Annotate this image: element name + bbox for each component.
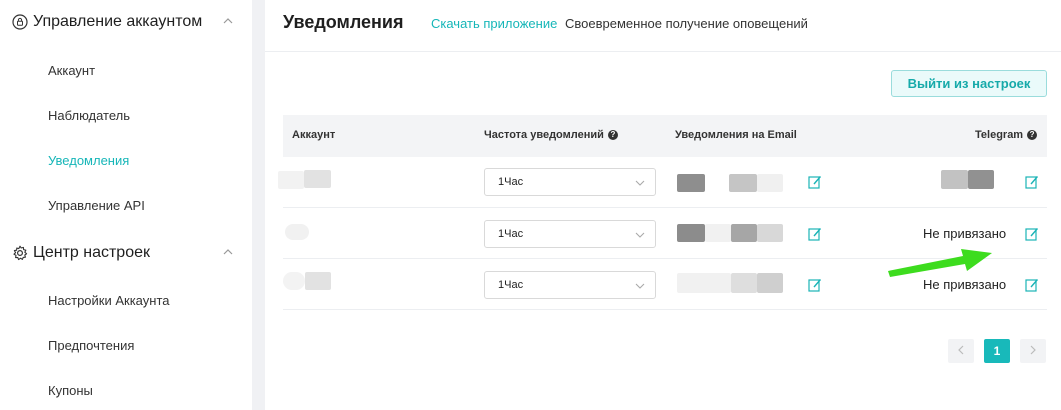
table-header: Аккаунт Частота уведомлений? Уведомления… — [283, 115, 1047, 157]
telegram-status: Не привязано — [923, 226, 1007, 241]
pagination-page-current[interactable]: 1 — [984, 339, 1010, 363]
sidebar-item-observer[interactable]: Наблюдатель — [48, 107, 130, 125]
annotation-arrow-icon — [888, 249, 992, 277]
lock-icon — [12, 14, 28, 30]
pagination-next-button[interactable] — [1020, 339, 1046, 363]
column-label: Частота уведомлений — [484, 129, 604, 141]
redacted-email — [705, 224, 731, 242]
edit-telegram-icon[interactable] — [1025, 175, 1039, 189]
column-frequency: Частота уведомлений? — [484, 129, 618, 141]
redacted-email — [757, 273, 783, 293]
redacted-email — [757, 174, 783, 192]
chevron-down-icon — [635, 178, 645, 186]
exit-settings-button[interactable]: Выйти из настроек — [891, 70, 1047, 97]
chevron-left-icon — [957, 344, 965, 358]
select-value: 1Час — [498, 176, 524, 188]
sidebar-item-preferences[interactable]: Предпочтения — [48, 337, 134, 355]
section-title: Центр настроек — [33, 244, 150, 261]
redacted-telegram — [968, 170, 994, 189]
column-email: Уведомления на Email — [675, 129, 797, 141]
help-icon[interactable]: ? — [607, 130, 618, 140]
chevron-down-icon — [635, 230, 645, 238]
redacted-email — [677, 174, 705, 192]
pagination-prev-button[interactable] — [948, 339, 974, 363]
chevron-down-icon — [635, 281, 645, 289]
redacted-account — [278, 171, 304, 189]
main-content: Уведомления Скачать приложение Своевреме… — [265, 0, 1061, 410]
chevron-right-icon — [1029, 344, 1037, 358]
page-header: Уведомления Скачать приложение Своевреме… — [265, 0, 1061, 52]
redacted-email — [729, 174, 757, 192]
section-header-settings[interactable]: Центр настроек — [12, 241, 233, 265]
sidebar-item-account[interactable]: Аккаунт — [48, 62, 95, 80]
table-row: 1Час — [278, 157, 1047, 208]
chevron-up-icon[interactable] — [222, 245, 234, 257]
redacted-account — [305, 272, 331, 290]
column-label: Уведомления на Email — [675, 129, 797, 141]
column-label: Аккаунт — [292, 129, 336, 141]
redacted-account — [304, 170, 331, 188]
select-value: 1Час — [498, 228, 524, 240]
sidebar-divider — [252, 0, 265, 410]
frequency-select[interactable]: 1Час — [484, 271, 656, 299]
sidebar: Управление аккаунтом Аккаунт Наблюдатель… — [0, 0, 252, 410]
column-telegram: Telegram? — [975, 129, 1038, 141]
redacted-email — [731, 273, 757, 293]
sidebar-item-notifications[interactable]: Уведомления — [48, 152, 129, 170]
chevron-up-icon[interactable] — [222, 14, 234, 26]
download-app-link[interactable]: Скачать приложение — [431, 16, 557, 31]
sidebar-item-account-settings[interactable]: Настройки Аккаунта — [48, 292, 170, 310]
section-title: Управление аккаунтом — [33, 13, 203, 30]
sidebar-item-coupons[interactable]: Купоны — [48, 382, 93, 400]
redacted-email — [677, 273, 731, 293]
page-title: Уведомления — [283, 12, 404, 32]
section-header-account[interactable]: Управление аккаунтом — [12, 10, 233, 34]
edit-email-icon[interactable] — [808, 278, 822, 292]
edit-telegram-icon[interactable] — [1025, 278, 1039, 292]
redacted-email — [731, 224, 757, 242]
frequency-select[interactable]: 1Час — [484, 168, 656, 196]
help-icon[interactable]: ? — [1027, 130, 1038, 140]
redacted-telegram — [941, 170, 968, 189]
frequency-select[interactable]: 1Час — [484, 220, 656, 248]
gear-icon — [12, 245, 28, 261]
header-description: Своевременное получение оповещений — [565, 16, 808, 31]
redacted-account — [285, 224, 309, 240]
redacted-email — [757, 224, 783, 242]
edit-telegram-icon[interactable] — [1025, 227, 1039, 241]
select-value: 1Час — [498, 279, 524, 291]
edit-email-icon[interactable] — [808, 227, 822, 241]
redacted-account — [283, 272, 305, 290]
column-label: Telegram — [975, 129, 1024, 141]
edit-email-icon[interactable] — [808, 175, 822, 189]
redacted-email — [677, 224, 705, 242]
column-account: Аккаунт — [292, 129, 335, 141]
sidebar-item-api[interactable]: Управление API — [48, 197, 145, 215]
